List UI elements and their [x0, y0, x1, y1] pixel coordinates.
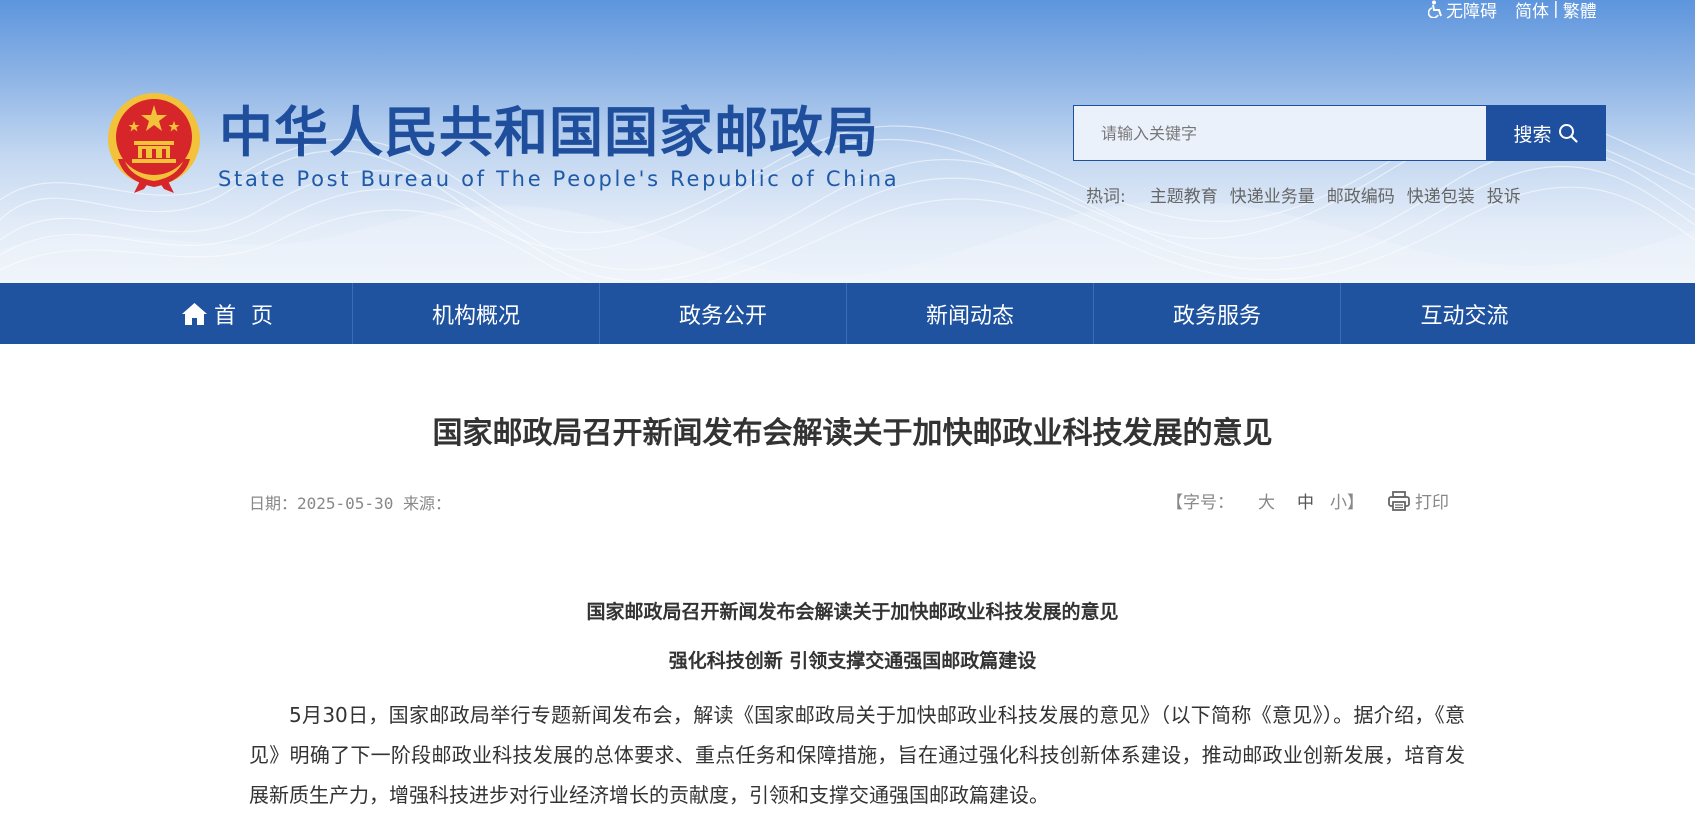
article-tools: 【字号： 大 中 小】 打印	[1166, 488, 1449, 513]
hot-words-label: 热词:	[1086, 187, 1126, 207]
font-size-large-button[interactable]: 大	[1258, 488, 1275, 513]
language-separator: |	[1553, 0, 1559, 19]
hot-word-link[interactable]: 快递业务量	[1230, 182, 1315, 207]
article-body-heading: 国家邮政局召开新闻发布会解读关于加快邮政业科技发展的意见	[586, 601, 1119, 623]
article-body-subheading: 强化科技创新 引领支撑交通强国邮政篇建设	[668, 650, 1037, 672]
nav-item-interaction[interactable]: 互动交流	[1341, 283, 1588, 344]
hot-word-link[interactable]: 主题教育	[1150, 182, 1218, 207]
article-title: 国家邮政局召开新闻发布会解读关于加快邮政业科技发展的意见	[432, 416, 1273, 451]
traditional-chinese-link[interactable]: 繁體	[1563, 0, 1597, 22]
nav-item-news[interactable]: 新闻动态	[847, 283, 1094, 344]
print-label: 打印	[1415, 493, 1449, 513]
accessibility-label: 无障碍	[1446, 1, 1497, 22]
site-title: 中华人民共和国国家邮政局	[219, 101, 879, 164]
main-nav: 首 页 机构概况 政务公开 新闻动态 政务服务 互动交流	[0, 283, 1695, 344]
accessibility-link[interactable]: 无障碍	[1428, 0, 1497, 22]
hot-word-link[interactable]: 邮政编码	[1327, 182, 1395, 207]
national-emblem-icon[interactable]	[104, 89, 204, 193]
nav-item-services[interactable]: 政务服务	[1094, 283, 1341, 344]
site-header: 无障碍 简体 | 繁體 中华人民共和国国家邮政局 State Post Bure…	[0, 0, 1695, 283]
search-button-label: 搜索	[1513, 123, 1552, 146]
search-button[interactable]: 搜索	[1486, 106, 1605, 160]
font-size-label: 【字号：	[1166, 493, 1234, 513]
home-icon	[182, 302, 207, 325]
top-links: 无障碍 简体 | 繁體	[1428, 0, 1597, 22]
printer-icon	[1388, 490, 1410, 511]
wheelchair-icon	[1428, 0, 1442, 18]
font-size-small-button[interactable]: 小】	[1330, 488, 1364, 513]
hot-word-link[interactable]: 快递包装	[1407, 182, 1475, 207]
print-button[interactable]: 打印	[1388, 488, 1449, 513]
simplified-chinese-link[interactable]: 简体	[1515, 0, 1549, 22]
search-box: 搜索	[1073, 105, 1606, 161]
hot-words: 热词: 主题教育 快递业务量 邮政编码 快递包装 投诉	[1086, 182, 1533, 207]
article-paragraph: 5月30日，国家邮政局举行专题新闻发布会，解读《国家邮政局关于加快邮政业科技发展…	[249, 703, 1465, 807]
hot-word-link[interactable]: 投诉	[1487, 182, 1521, 207]
nav-item-organization[interactable]: 机构概况	[353, 283, 600, 344]
search-input[interactable]	[1074, 106, 1486, 160]
article-date-source: 日期：2025-05-30 来源：	[249, 494, 451, 513]
site-subtitle: State Post Bureau of The People's Republ…	[218, 167, 900, 191]
nav-item-label: 首 页	[214, 303, 277, 329]
font-size-medium-button[interactable]: 中	[1297, 488, 1314, 513]
search-icon	[1558, 124, 1578, 143]
nav-item-home[interactable]: 首 页	[106, 283, 353, 344]
nav-item-government-affairs[interactable]: 政务公开	[600, 283, 847, 344]
